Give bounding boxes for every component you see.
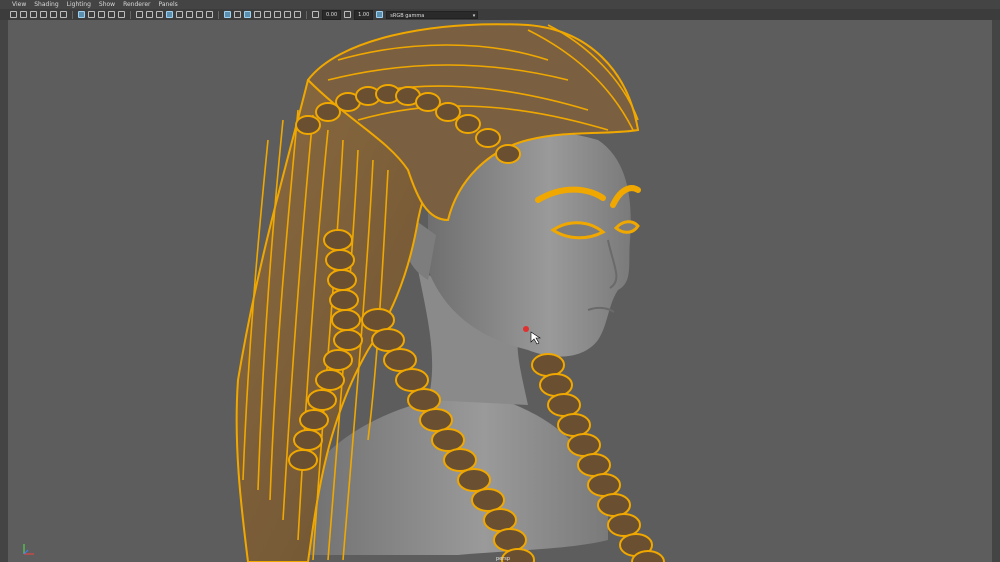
smooth-shade-icon[interactable] (166, 11, 173, 18)
gamma-icon[interactable] (344, 11, 352, 18)
shadows-icon[interactable] (206, 11, 213, 18)
anti-aliasing-icon[interactable] (284, 11, 291, 18)
exposure-icon[interactable] (312, 11, 319, 18)
ambient-occlusion-icon[interactable] (264, 11, 271, 18)
chevron-down-icon: ▾ (472, 12, 476, 19)
menu-shading[interactable]: Shading (34, 0, 58, 9)
pivot-marker (523, 326, 529, 332)
axis-gizmo-icon (23, 544, 34, 555)
right-panel-strip (992, 20, 1000, 562)
persp-viewport[interactable]: persp (8, 20, 992, 562)
exposure-field[interactable]: 0.00 (322, 9, 342, 20)
safe-title-icon[interactable] (146, 11, 153, 18)
default-material-icon[interactable] (176, 11, 183, 18)
left-panel-strip (0, 20, 8, 562)
menu-lighting[interactable]: Lighting (67, 0, 91, 9)
toolbar-divider (306, 10, 307, 19)
xray-joints-icon[interactable] (234, 11, 241, 18)
view-transform-select[interactable]: sRGB gamma ▾ (386, 10, 479, 19)
2d-pan-icon[interactable] (50, 11, 57, 18)
gamma-field[interactable]: 1.00 (354, 9, 374, 20)
menu-show[interactable]: Show (99, 0, 115, 9)
lighting-icon[interactable] (196, 11, 203, 18)
viewport-menu-bar: View Shading Lighting Show Renderer Pane… (0, 0, 1000, 9)
toolbar-divider (130, 10, 131, 19)
film-gate-icon[interactable] (88, 11, 95, 18)
isolate-select-icon[interactable] (254, 11, 261, 18)
motion-blur-icon[interactable] (274, 11, 281, 18)
image-plane-icon[interactable] (40, 11, 47, 18)
scene-render (235, 23, 665, 562)
grease-pencil-icon[interactable] (60, 11, 67, 18)
camera-icon[interactable] (10, 11, 17, 18)
gate-mask-icon[interactable] (108, 11, 115, 18)
safe-action-icon[interactable] (136, 11, 143, 18)
xray-components-icon[interactable] (244, 11, 251, 18)
wireframe-icon[interactable] (156, 11, 163, 18)
field-chart-icon[interactable] (118, 11, 125, 18)
textured-icon[interactable] (186, 11, 193, 18)
viewport-toolbar: 0.00 1.00 sRGB gamma ▾ (0, 9, 1000, 20)
bookmark-icon[interactable] (30, 11, 37, 18)
eye-right (613, 220, 640, 234)
depth-of-field-icon[interactable] (294, 11, 301, 18)
menu-renderer[interactable]: Renderer (123, 0, 150, 9)
color-management-icon[interactable] (376, 11, 384, 18)
grid-icon[interactable] (78, 11, 85, 18)
toolbar-divider (218, 10, 219, 19)
toolbar-divider (72, 10, 73, 19)
camera-name-label: persp (496, 556, 511, 562)
resolution-gate-icon[interactable] (98, 11, 105, 18)
view-transform-value: sRGB gamma (390, 12, 425, 19)
menu-view[interactable]: View (12, 0, 26, 9)
menu-panels[interactable]: Panels (158, 0, 177, 9)
camera-attributes-icon[interactable] (20, 11, 27, 18)
xray-icon[interactable] (224, 11, 231, 18)
